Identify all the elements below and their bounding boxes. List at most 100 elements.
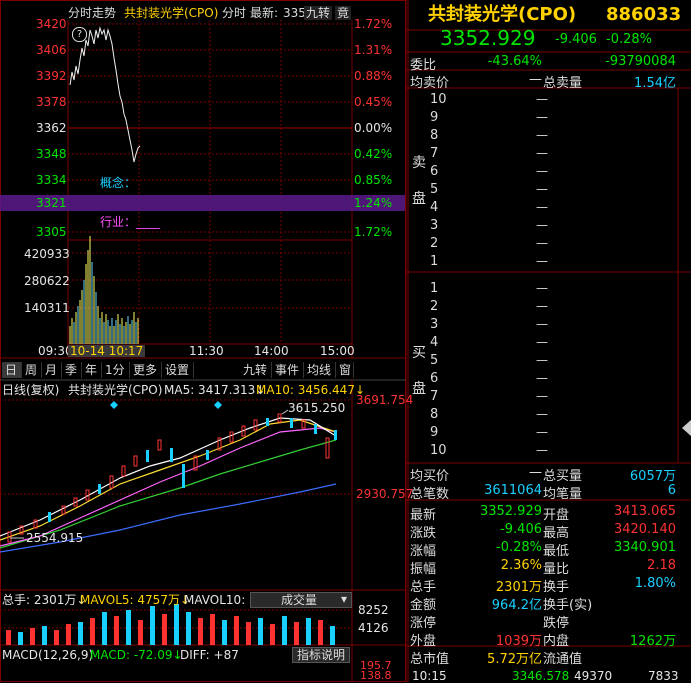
indicator-help-button[interactable]: 指标说明 — [292, 647, 350, 663]
buy-level: 1 — [430, 281, 439, 296]
buy-price-dash: — — [536, 335, 548, 349]
price-tick: 3362 — [36, 121, 67, 135]
tab-1min[interactable]: 1分 — [102, 362, 130, 378]
tick-time: 10:15 — [412, 669, 447, 683]
buy-price-dash: — — [536, 443, 548, 457]
sell-price-dash: — — [536, 92, 548, 106]
ma10-label: MA10: 3456.447↓ — [256, 383, 366, 397]
stat-value: 3352.929 — [479, 504, 542, 519]
kline-adjust-label: 日线(复权) — [2, 383, 60, 397]
sell-level: 10 — [430, 92, 447, 107]
buy-level: 6 — [430, 371, 439, 386]
tab-day[interactable]: 日 — [2, 362, 22, 378]
tab-window[interactable]: 窗 — [336, 362, 354, 378]
tab-week[interactable]: 周 — [22, 362, 42, 378]
tab-ma[interactable]: 均线 — [304, 362, 336, 378]
sell-price-dash: — — [536, 164, 548, 178]
tab-quarter[interactable]: 季 — [62, 362, 82, 378]
high-price-label: 3615.250 — [288, 401, 346, 415]
stat-value: 1.80% — [634, 576, 676, 591]
pct-tick: 0.00% — [354, 121, 393, 135]
tab-events[interactable]: 事件 — [272, 362, 304, 378]
sell-level: 3 — [430, 218, 439, 233]
sell-level: 5 — [430, 182, 439, 197]
sell-level: 9 — [430, 110, 439, 125]
pct-tick: 1.72% — [354, 225, 393, 239]
vol-tick: 280622 — [24, 274, 70, 288]
buy-side-label: 盘 — [412, 381, 426, 397]
pct-tick: 0.42% — [354, 147, 393, 161]
sell-side-label: 盘 — [412, 191, 426, 207]
mavol10-label: MAVOL10: 5 — [184, 593, 257, 607]
weicha-value: -93790084 — [605, 54, 676, 69]
pct-tick: 1.72% — [354, 17, 393, 31]
stat-value: -9.406 — [500, 522, 542, 537]
concept-label: 概念： — [100, 176, 137, 190]
total-trades-label: 总笔数 — [410, 487, 450, 502]
buy-level: 10 — [430, 443, 447, 458]
vol-total-label: 总手: 2301万↓ — [2, 593, 87, 607]
tab-more[interactable]: 更多 — [130, 362, 162, 378]
time-tick: 11:30 — [189, 344, 224, 358]
buy-level: 7 — [430, 389, 439, 404]
stat-value: 3413.065 — [613, 504, 676, 519]
avg-trade-label: 均笔量 — [543, 487, 583, 502]
sell-level: 4 — [430, 200, 439, 215]
pct-tick: 1.31% — [354, 43, 393, 57]
pct-tick: 0.88% — [354, 69, 393, 83]
kline-candles — [7, 413, 337, 543]
sell-price-dash: — — [536, 218, 548, 232]
vol-tick: 8252 — [358, 603, 389, 617]
buy-price-dash: — — [536, 281, 548, 295]
intraday-latest-label: 最新: — [250, 6, 279, 20]
price-tick: 3420 — [36, 17, 67, 31]
tab-settings[interactable]: 设置 — [162, 362, 194, 378]
indicator-dropdown[interactable]: 成交量 ▾ — [250, 592, 352, 608]
jiuzhuan-button[interactable]: 九转 — [304, 6, 333, 20]
price-tick: 3334 — [36, 173, 67, 187]
stats-row: 总手 2301万 换手 1.80% — [410, 574, 678, 595]
stat-value: 2.36% — [500, 558, 542, 573]
kline-price-tick: 2930.757 — [356, 487, 414, 501]
help-icon[interactable]: ? — [72, 27, 87, 42]
price-tick: 3348 — [36, 147, 67, 161]
tab-jiuzhuan[interactable]: 九转 — [240, 362, 272, 378]
tick-extra: 7833 — [648, 669, 679, 683]
sell-side-label: 卖 — [412, 155, 426, 171]
avg-buy-dash: — — [529, 465, 542, 480]
stat-value: 3340.901 — [613, 540, 676, 555]
jing-button[interactable]: 竟 — [335, 6, 352, 20]
intraday-tab[interactable]: 分时走势 — [68, 7, 116, 19]
tick-volume: 49370 — [574, 669, 613, 683]
tab-year[interactable]: 年 — [82, 362, 102, 378]
weibi-row: 委比 -43.64% -93790084 — [410, 52, 678, 73]
avg-sell-label: 均卖价 — [410, 76, 450, 91]
avg-sell-row: 均卖价 — 总卖量 1.54亿 — [410, 70, 678, 91]
buy-price-dash: — — [536, 317, 548, 331]
sell-price-dash: — — [536, 182, 548, 196]
price-tick: 3321 — [36, 196, 67, 210]
buy-level: 4 — [430, 335, 439, 350]
buy-level: 3 — [430, 317, 439, 332]
buy-side-label: 买 — [412, 345, 426, 361]
quote-title: 共封装光学(CPO) — [428, 4, 577, 25]
intraday-fs-label: 分时 — [222, 6, 247, 20]
kline-price-tick: 3691.754 — [356, 393, 414, 407]
macd-label: MACD(12,26,9) — [2, 648, 94, 662]
stats-row: 总市值 5.72万亿 流通值 — [410, 646, 678, 667]
vol-tick: 140311 — [24, 301, 70, 315]
sell-price-dash: — — [536, 128, 548, 142]
price-tick: 3305 — [36, 225, 67, 239]
tab-month[interactable]: 月 — [42, 362, 62, 378]
stat-label: 总市值 — [410, 652, 450, 667]
price-tick: 3392 — [36, 69, 67, 83]
stats-row: 涨幅 -0.28% 最低 3340.901 — [410, 538, 678, 559]
stats-row: 外盘 1039万 内盘 1262万 — [410, 628, 678, 649]
sell-price-dash: — — [536, 200, 548, 214]
sell-price-dash: — — [536, 236, 548, 250]
avg-sell-dash: — — [529, 72, 542, 87]
total-trades-value: 3611064 — [484, 483, 542, 498]
sell-price-dash: — — [536, 254, 548, 268]
buy-price-dash: — — [536, 353, 548, 367]
time-tick: 15:00 — [320, 344, 355, 358]
